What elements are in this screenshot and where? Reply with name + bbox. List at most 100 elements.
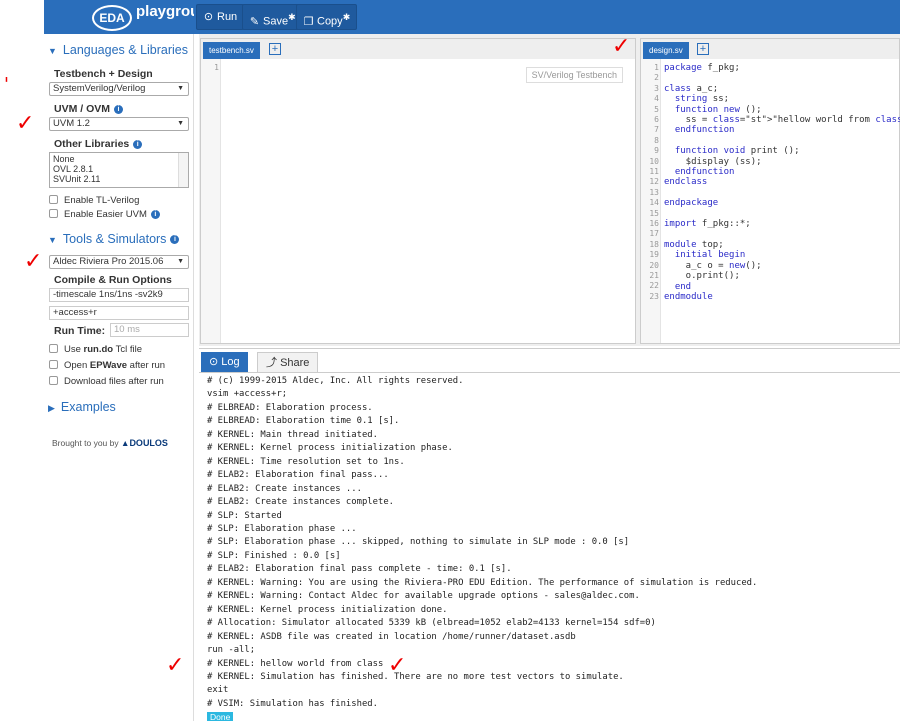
log-line: # KERNEL: Warning: You are using the Riv… [207,577,758,588]
testbench-language-select[interactable]: SystemVerilog/Verilog ▼ [49,82,189,96]
line-number: 18 [649,239,659,249]
caret-right-icon: ▶ [48,403,55,413]
line-number: 10 [649,156,659,166]
code-line: initial begin [674,250,746,261]
log-line: # ELAB2: Create instances ... [207,483,362,494]
tools-simulators-header[interactable]: ▼ Tools & Simulators i [48,232,180,246]
log-line: # KERNEL: Main thread initiated. [207,429,378,440]
play-icon: ⊙ [209,356,219,368]
log-line: vsim +access+r; [207,389,288,400]
line-number: 5 [654,104,659,114]
log-line: # KERNEL: Kernel process initialization … [207,443,453,454]
checkbox-icon [49,360,58,369]
code-line: ​ [664,209,900,219]
line-number: 17 [649,229,659,239]
add-file-icon[interactable]: + [269,43,281,55]
line-number: 8 [654,135,659,145]
line-number: 7 [654,125,659,135]
enable-easier-uvm-checkbox[interactable]: Enable Easier UVM i [49,209,160,220]
code-line: ​ [664,136,900,146]
log-line: # ELAB2: Create instances complete. [207,497,395,508]
download-files-checkbox[interactable]: Download files after run [49,376,164,387]
run-time-label: Run Time: [54,325,106,337]
list-item[interactable]: None [53,154,185,164]
code-line: module top; [664,239,724,250]
other-libraries-label: Other Libraries i [54,138,143,150]
tab-design[interactable]: design.sv [643,42,689,59]
save-button[interactable]: ✎ Save✱ [242,4,303,30]
run-time-input[interactable]: 10 ms [110,323,189,337]
uvm-select[interactable]: UVM 1.2 ▼ [49,117,189,131]
testbench-editor[interactable]: testbench.sv + 1 SV/Verilog Testbench [200,38,636,344]
log-line: # ELAB2: Elaboration final pass... [207,470,389,481]
info-icon[interactable]: i [150,209,160,219]
use-rundo-checkbox[interactable]: Use run.do Tcl file [49,344,142,355]
info-icon[interactable]: i [114,104,124,114]
copy-icon: ❐ [303,15,314,28]
caret-down-icon: ▼ [48,46,57,56]
simulator-select[interactable]: Aldec Riviera Pro 2015.06 ▼ [49,255,189,269]
log-line: # SLP: Elaboration phase ... skipped, no… [207,537,630,548]
brought-by-doulos[interactable]: Brought to you by ▲DOULOS [52,438,168,448]
tab-share[interactable]: ⤴ Share [257,352,319,373]
tab-testbench[interactable]: testbench.sv [203,42,260,59]
line-number: 1 [654,63,659,72]
line-number: 16 [649,219,659,228]
done-badge: Done [207,712,234,721]
line-gutter [201,59,221,343]
design-editor[interactable]: design.sv + 1 2 3 4 5 6 7 8 9 10 11 12 13 14 15 16 17 18 1… [640,38,900,344]
log-line: # ELAB2: Elaboration final pass complete… [207,564,512,575]
code-line: ss = class="st">"hellow world from class… [664,115,900,126]
log-line: # VSIM: Simulation has finished. [207,698,378,709]
log-output[interactable]: # (c) 1999-2015 Aldec, Inc. All rights r… [199,372,900,721]
editor-area: testbench.sv + 1 SV/Verilog Testbench de… [199,34,900,346]
copy-button[interactable]: ❐ Copy✱ [296,4,358,30]
code-line: endpackage [664,198,719,209]
line-number: 23 [649,291,659,301]
app-header: EDA playground ⊙ Run ✎ Save✱ ❐ Copy✱ [0,0,900,34]
line-number: 6 [654,115,659,124]
add-file-icon[interactable]: + [697,43,709,55]
chevron-down-icon: ▼ [177,85,184,92]
share-icon: ⤴ [266,357,277,369]
line-number: 3 [654,83,659,93]
tab-log[interactable]: ⊙ Log [201,352,248,373]
line-number: 21 [649,271,659,280]
sidebar: ▼ Languages & Libraries Testbench + Desig… [44,34,194,721]
editor-placeholder: SV/Verilog Testbench [525,67,623,83]
list-item[interactable]: OVL 2.8.1 [53,164,185,174]
annotation-check: ✓ [24,249,43,274]
line-number: 19 [649,250,659,260]
code-line: $display (ss); [664,156,762,167]
languages-libraries-header[interactable]: ▼ Languages & Libraries [48,43,188,57]
info-icon[interactable]: i [170,235,180,245]
list-scrollbar[interactable] [178,153,188,187]
info-icon[interactable]: i [133,139,143,149]
line-number: 4 [654,94,659,104]
logo[interactable]: EDA playground [44,0,218,34]
chevron-down-icon: ▼ [177,120,184,127]
pencil-icon: ✎ [249,15,260,28]
log-line: # SLP: Elaboration phase ... [207,523,357,534]
enable-tl-verilog-checkbox[interactable]: Enable TL-Verilog [49,195,139,206]
code-line: endmodule [664,291,713,302]
examples-header[interactable]: ▶ Examples [48,400,116,414]
uvm-ovm-label: UVM / OVM i [54,103,124,115]
logo-mark: EDA [92,5,132,31]
open-epwave-checkbox[interactable]: Open EPWave after run [49,360,165,371]
other-libraries-list[interactable]: None OVL 2.8.1 SVUnit 2.11 [49,152,189,188]
code-line: import f_pkg::*; [664,219,751,230]
log-line: exit [207,685,229,696]
testbench-design-label: Testbench + Design [54,68,153,80]
list-item[interactable]: SVUnit 2.11 [53,174,185,184]
compile-options-input[interactable]: -timescale 1ns/1ns -sv2k9 [49,288,189,302]
design-code[interactable]: package f_pkg;​class a_c; string ss; fun… [664,63,900,302]
code-line: endfunction [674,125,735,136]
compile-run-options-label: Compile & Run Options [54,274,172,286]
checkbox-icon [49,209,58,218]
run-options-input[interactable]: +access+r [49,306,189,320]
line-number: 14 [649,198,659,208]
checkbox-icon [49,376,58,385]
run-button[interactable]: ⊙ Run [196,4,245,30]
code-line: ​ [664,73,900,83]
